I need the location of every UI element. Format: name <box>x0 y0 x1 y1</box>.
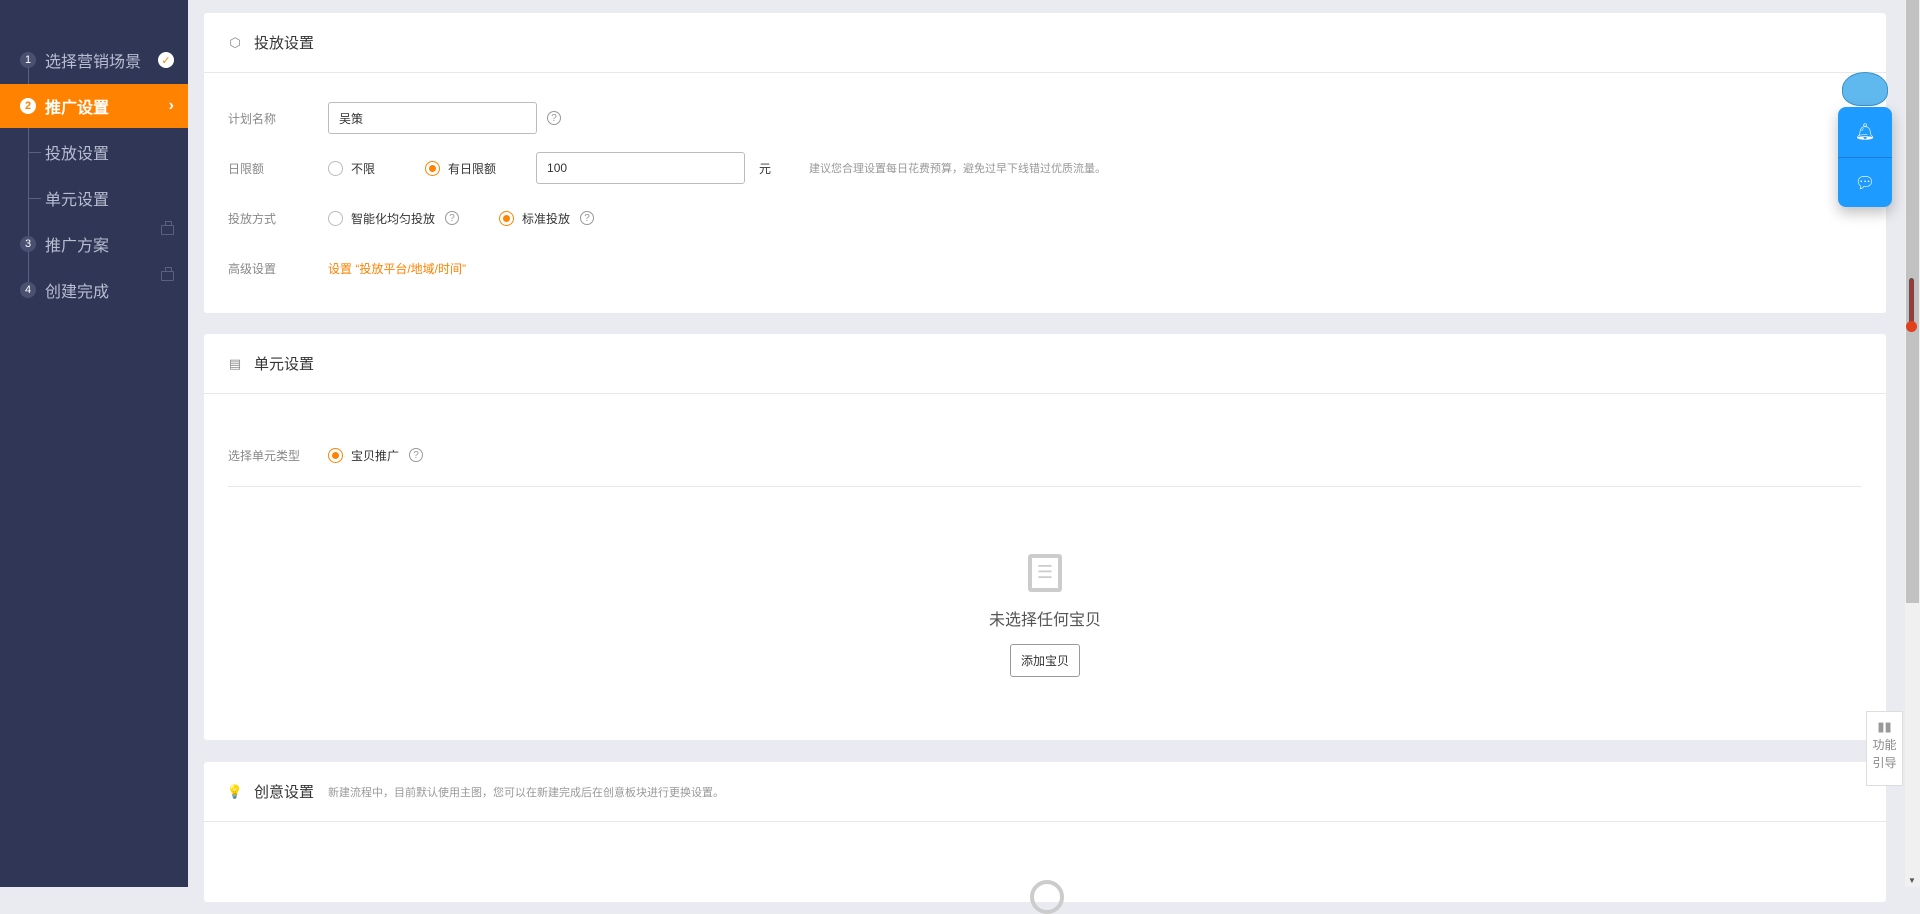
method-standard-radio[interactable]: 标准投放? <box>499 210 595 227</box>
creative-hint: 新建流程中，目前默认使用主图，您可以在新建完成后在创意板块进行更换设置。 <box>328 786 725 799</box>
currency-unit: 元 <box>759 161 772 176</box>
message-icon[interactable]: 💬︎ <box>1838 157 1892 207</box>
lightbulb-icon: 💡 <box>226 783 244 799</box>
step-number: 3 <box>20 236 36 252</box>
feature-guide-button[interactable]: ▮▮ 功能 引导 <box>1866 711 1903 786</box>
unit-settings-card: ▤ 单元设置 选择单元类型 宝贝推广? ☰ 未选择任何宝贝 添加宝贝 <box>204 334 1886 740</box>
sidebar-item-label: 推广设置 <box>45 100 110 117</box>
sidebar-step-marketing-scene[interactable]: 1 选择营销场景 ✓ <box>0 38 188 82</box>
radio-label: 标准投放 <box>522 211 571 226</box>
creative-settings-card: 💡 创意设置 新建流程中，目前默认使用主图，您可以在新建完成后在创意板块进行更换设置… <box>204 762 1886 914</box>
step-number: 4 <box>20 282 36 298</box>
book-icon: ▮▮ <box>1877 719 1892 734</box>
radio-label: 有日限额 <box>448 161 497 176</box>
guide-label: 功能 <box>1872 738 1897 752</box>
advanced-settings-link[interactable]: 设置 “投放平台/地域/时间” <box>328 260 466 277</box>
sidebar-item-label: 投放设置 <box>45 146 110 163</box>
radio-label: 宝贝推广 <box>351 448 400 463</box>
help-icon[interactable]: ? <box>409 448 424 462</box>
radio-label: 智能化均匀投放 <box>351 211 436 226</box>
budget-hint: 建议您合理设置每日花费预算，避免过早下线错过优质流量。 <box>809 163 1107 175</box>
floating-toolbar: 🔔︎ 💬︎ <box>1838 107 1892 207</box>
guide-label: 引导 <box>1872 756 1897 770</box>
sidebar-step-plan[interactable]: 3 推广方案 <box>0 221 188 266</box>
budget-limited-radio[interactable]: 有日限额 <box>425 160 496 177</box>
unit-type-item-radio[interactable]: 宝贝推广? <box>328 447 424 464</box>
chevron-right-icon: › <box>168 97 174 114</box>
list-icon: ☰ <box>1028 554 1062 592</box>
placement-settings-card: ⬡ 投放设置 计划名称 吴策 ? 日限额 不限 有日限额 100 元 建议您合理设… <box>204 13 1886 313</box>
add-item-button[interactable]: 添加宝贝 <box>1009 644 1080 677</box>
list-doc-icon: ▤ <box>228 355 242 371</box>
sidebar: 1 选择营销场景 ✓ 2 推广设置 › 投放设置 单元设置 3 推广方案 4 创… <box>0 0 188 887</box>
scroll-down-arrow-icon[interactable]: ▼ <box>1908 876 1916 885</box>
daily-budget-input[interactable]: 100 <box>536 152 746 184</box>
field-label: 高级设置 <box>228 261 277 276</box>
thermometer-icon <box>1906 278 1917 332</box>
divider <box>228 486 1862 487</box>
field-label: 投放方式 <box>228 211 277 226</box>
sidebar-item-label: 推广方案 <box>45 238 110 255</box>
field-label: 日限额 <box>228 161 265 176</box>
budget-unlimited-radio[interactable]: 不限 <box>328 160 375 177</box>
section-title: 单元设置 <box>254 356 315 373</box>
section-title: 投放设置 <box>254 35 315 52</box>
empty-state: ☰ 未选择任何宝贝 添加宝贝 <box>204 554 1886 677</box>
field-label: 选择单元类型 <box>228 448 301 463</box>
help-icon[interactable]: ? <box>445 211 460 225</box>
sidebar-step-promotion-settings[interactable]: 2 推广设置 › <box>0 84 188 128</box>
method-smart-radio[interactable]: 智能化均匀投放? <box>328 210 460 227</box>
loading-icon <box>1030 880 1064 914</box>
hexagon-icon: ⬡ <box>229 34 241 50</box>
radio-label: 不限 <box>351 161 376 176</box>
sidebar-item-label: 创建完成 <box>45 284 110 301</box>
sidebar-subitem-unit[interactable]: 单元设置 <box>0 176 188 220</box>
sidebar-subitem-placement[interactable]: 投放设置 <box>0 130 188 174</box>
lock-icon <box>161 221 174 235</box>
help-icon[interactable]: ? <box>547 111 561 125</box>
lock-icon <box>161 267 174 281</box>
check-icon: ✓ <box>158 52 174 68</box>
field-label: 计划名称 <box>228 111 277 126</box>
section-title: 创意设置 <box>254 784 315 801</box>
empty-text: 未选择任何宝贝 <box>988 612 1101 629</box>
step-number: 2 <box>20 98 36 114</box>
step-number: 1 <box>20 52 36 68</box>
sidebar-step-complete[interactable]: 4 创建完成 <box>0 267 188 312</box>
bell-icon[interactable]: 🔔︎ <box>1838 107 1892 157</box>
elephant-mascot-icon <box>1842 72 1888 106</box>
help-icon[interactable]: ? <box>580 211 595 225</box>
sidebar-item-label: 单元设置 <box>45 192 110 209</box>
plan-name-input[interactable]: 吴策 <box>328 102 537 134</box>
sidebar-item-label: 选择营销场景 <box>45 54 142 71</box>
